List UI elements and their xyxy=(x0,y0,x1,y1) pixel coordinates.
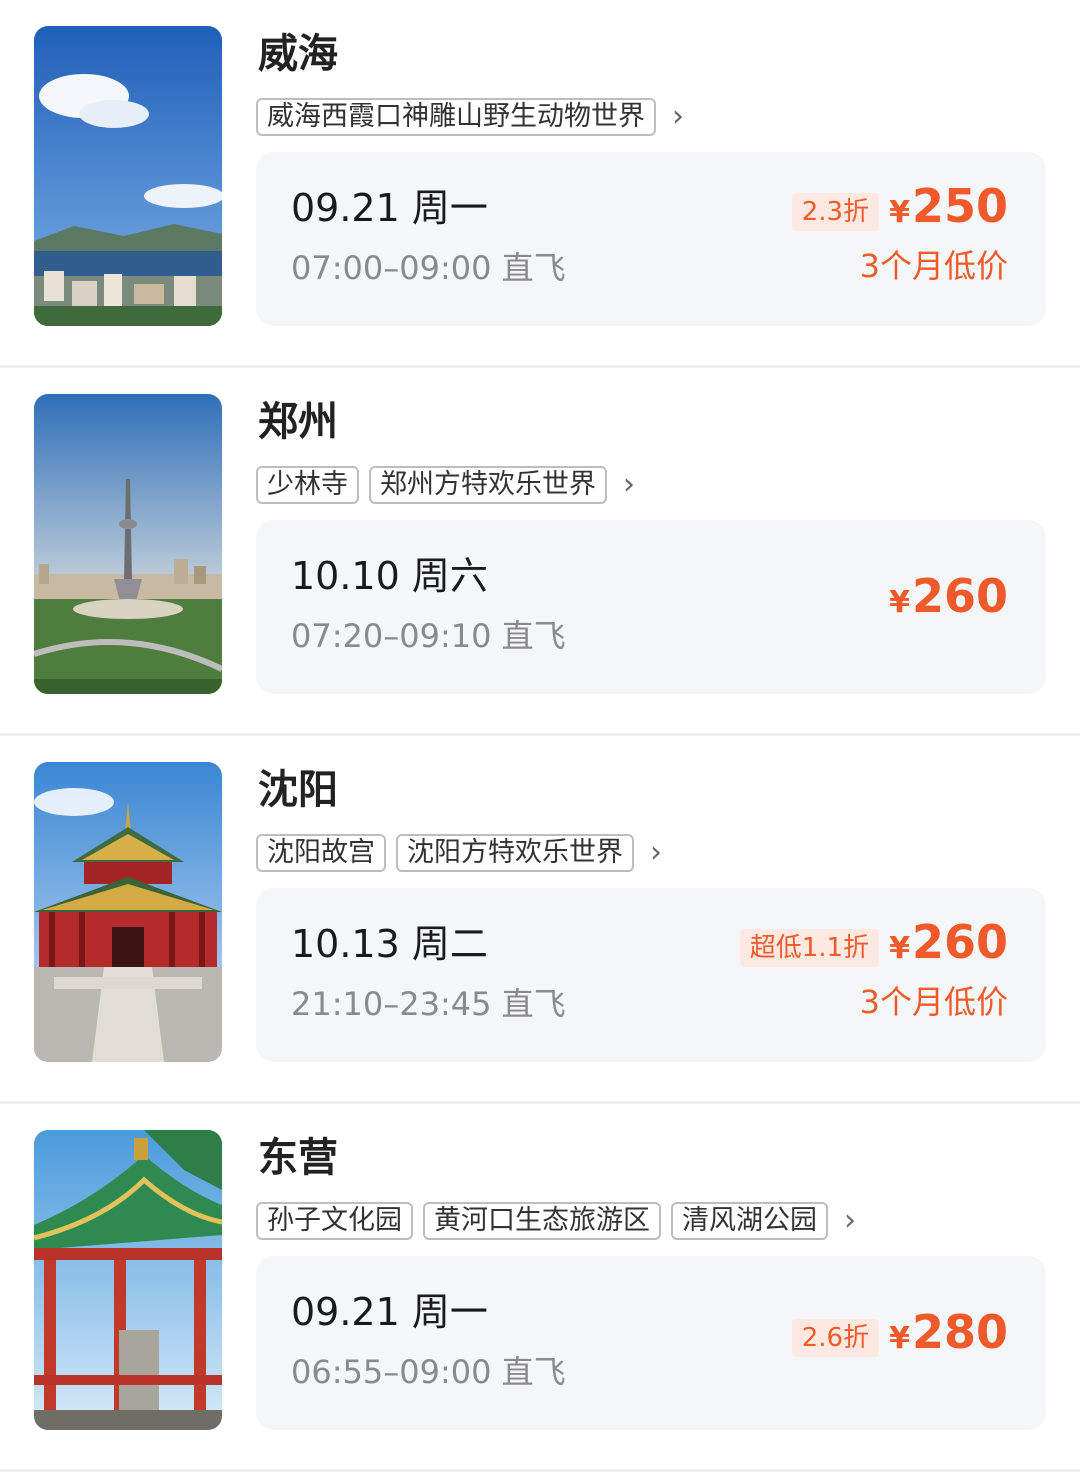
flight-date: 09.21 周一 xyxy=(291,1290,488,1334)
city-photo-dongying xyxy=(34,1130,222,1430)
attraction-tags[interactable]: 少林寺 郑州方特欢乐世界 › xyxy=(256,464,635,506)
attraction-tag[interactable]: 威海西霞口神雕山野生动物世界 xyxy=(256,98,656,136)
attraction-tag[interactable]: 清风湖公园 xyxy=(671,1202,828,1240)
flight-date: 09.21 周一 xyxy=(291,186,488,230)
flight-panel[interactable]: 10.13 周二 21:10–23:45 直飞 超低1.1折 ¥260 3个月低… xyxy=(256,888,1046,1062)
flight-date: 10.10 周六 xyxy=(291,554,488,598)
attraction-tag[interactable]: 少林寺 xyxy=(256,466,359,504)
city-name: 沈阳 xyxy=(258,767,338,813)
price: ¥260 xyxy=(889,916,1008,979)
price: ¥260 xyxy=(889,570,1008,633)
attraction-tags[interactable]: 威海西霞口神雕山野生动物世界 › xyxy=(256,96,684,138)
flight-time: 07:00–09:00 直飞 xyxy=(291,249,566,287)
low-price-label: 3个月低价 xyxy=(859,983,1008,1021)
attraction-tag[interactable]: 沈阳方特欢乐世界 xyxy=(396,834,634,872)
price-value: 280 xyxy=(911,1305,1008,1359)
flight-date: 10.13 周二 xyxy=(291,922,488,966)
attraction-tag[interactable]: 孙子文化园 xyxy=(256,1202,413,1240)
currency-symbol: ¥ xyxy=(889,1321,910,1356)
city-name: 威海 xyxy=(258,31,338,77)
currency-symbol: ¥ xyxy=(889,195,910,230)
city-photo-shenyang xyxy=(34,762,222,1062)
price-row: 超低1.1折 ¥260 xyxy=(739,916,1008,979)
price: ¥250 xyxy=(889,180,1008,243)
chevron-right-icon[interactable]: › xyxy=(623,466,635,504)
flight-time: 06:55–09:00 直飞 xyxy=(291,1353,566,1391)
attraction-tags[interactable]: 孙子文化园 黄河口生态旅游区 清风湖公园 › xyxy=(256,1200,856,1242)
city-photo-weihai xyxy=(34,26,222,326)
flight-panel[interactable]: 09.21 周一 06:55–09:00 直飞 2.6折 ¥280 xyxy=(256,1256,1046,1430)
price: ¥280 xyxy=(889,1306,1008,1369)
low-price-label: 3个月低价 xyxy=(859,247,1008,285)
price-row: 2.3折 ¥250 xyxy=(791,180,1008,243)
discount-badge: 超低1.1折 xyxy=(739,928,880,967)
attraction-tag[interactable]: 黄河口生态旅游区 xyxy=(423,1202,661,1240)
chevron-right-icon[interactable]: › xyxy=(844,1202,856,1240)
destination-card-weihai[interactable]: 威海 威海西霞口神雕山野生动物世界 › 09.21 周一 07:00–09:00… xyxy=(0,0,1080,368)
discount-badge: 2.3折 xyxy=(791,192,880,231)
currency-symbol: ¥ xyxy=(889,931,910,966)
flight-time: 07:20–09:10 直飞 xyxy=(291,617,566,655)
city-name: 郑州 xyxy=(258,399,338,445)
chevron-right-icon[interactable]: › xyxy=(650,834,662,872)
attraction-tag[interactable]: 沈阳故宫 xyxy=(256,834,386,872)
city-photo-zhengzhou xyxy=(34,394,222,694)
destination-card-dongying[interactable]: 东营 孙子文化园 黄河口生态旅游区 清风湖公园 › 09.21 周一 06:55… xyxy=(0,1104,1080,1472)
chevron-right-icon[interactable]: › xyxy=(672,98,684,136)
destination-card-shenyang[interactable]: 沈阳 沈阳故宫 沈阳方特欢乐世界 › 10.13 周二 21:10–23:45 … xyxy=(0,736,1080,1104)
attraction-tags[interactable]: 沈阳故宫 沈阳方特欢乐世界 › xyxy=(256,832,662,874)
flight-time: 21:10–23:45 直飞 xyxy=(291,985,566,1023)
price-row: 2.6折 ¥280 xyxy=(791,1306,1008,1369)
flight-panel[interactable]: 10.10 周六 07:20–09:10 直飞 ¥260 xyxy=(256,520,1046,694)
flight-panel[interactable]: 09.21 周一 07:00–09:00 直飞 2.3折 ¥250 3个月低价 xyxy=(256,152,1046,326)
destination-list: 威海 威海西霞口神雕山野生动物世界 › 09.21 周一 07:00–09:00… xyxy=(0,0,1080,1472)
price-value: 250 xyxy=(911,179,1008,233)
attraction-tag[interactable]: 郑州方特欢乐世界 xyxy=(369,466,607,504)
price-value: 260 xyxy=(911,915,1008,969)
destination-card-zhengzhou[interactable]: 郑州 少林寺 郑州方特欢乐世界 › 10.10 周六 07:20–09:10 直… xyxy=(0,368,1080,736)
price-row: ¥260 xyxy=(889,570,1008,633)
city-name: 东营 xyxy=(258,1135,338,1181)
price-value: 260 xyxy=(911,569,1008,623)
discount-badge: 2.6折 xyxy=(791,1318,880,1357)
currency-symbol: ¥ xyxy=(889,585,910,620)
